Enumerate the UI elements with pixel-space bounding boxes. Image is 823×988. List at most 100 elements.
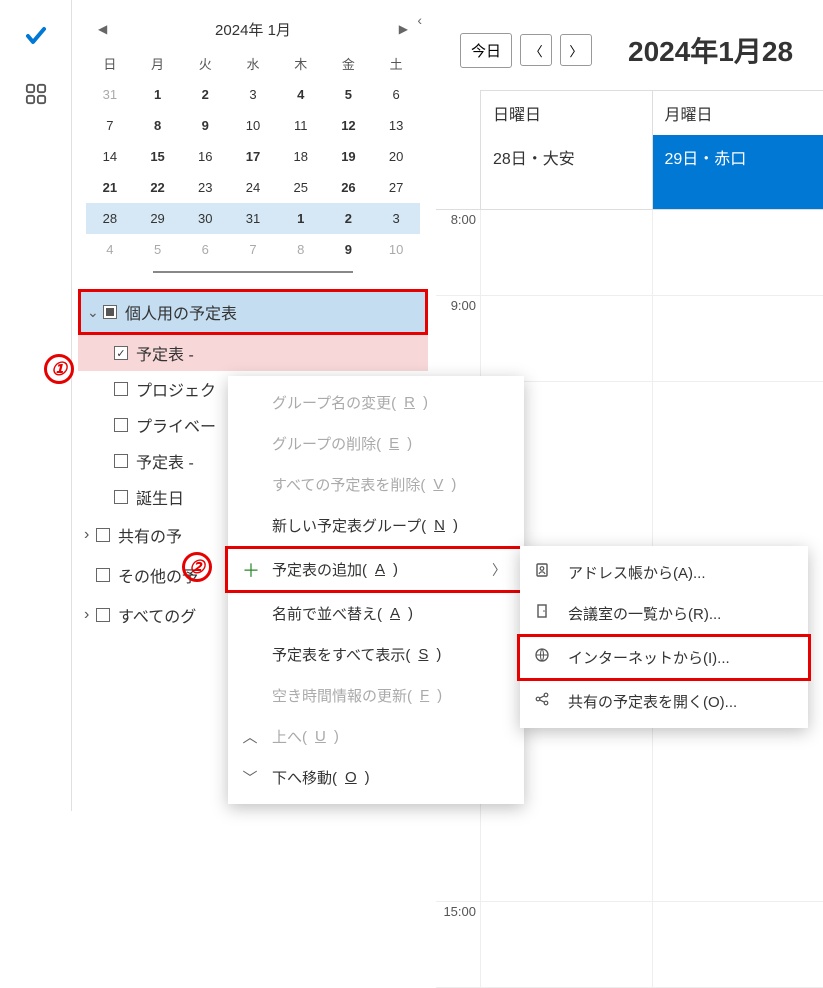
chevron-down-icon: ﹀ [242, 767, 258, 788]
cal-day[interactable]: 20 [372, 141, 420, 172]
cal-day[interactable]: 25 [277, 172, 325, 203]
checkbox[interactable] [114, 490, 128, 504]
calendar-separator [153, 271, 353, 273]
cal-day[interactable]: 4 [277, 79, 325, 110]
cal-day[interactable]: 9 [181, 110, 229, 141]
cal-day[interactable]: 18 [277, 141, 325, 172]
ctx-show-all-calendars[interactable]: 予定表をすべて表示(S) [228, 634, 524, 675]
calendar-item-label: プライベー [136, 413, 216, 437]
cal-day[interactable]: 15 [134, 141, 182, 172]
next-month-button[interactable]: ▶ [391, 18, 416, 40]
group-label: すべてのグ [118, 603, 196, 627]
ctx-sort-by-name[interactable]: 名前で並べ替え(A) [228, 593, 524, 634]
submenu-from-address-book[interactable]: アドレス帳から(A)... [520, 552, 808, 593]
chevron-down-icon: ⌄ [87, 304, 99, 321]
cal-day[interactable]: 6 [181, 234, 229, 265]
cal-day[interactable]: 29 [134, 203, 182, 234]
cal-day[interactable]: 31 [86, 79, 134, 110]
cal-day[interactable]: 7 [86, 110, 134, 141]
calendar-item[interactable]: 予定表 - [78, 335, 428, 371]
cal-day[interactable]: 19 [325, 141, 373, 172]
ctx-move-down[interactable]: ﹀下へ移動(O) [228, 757, 524, 798]
tree-root-personal[interactable]: ⌄ 個人用の予定表 [78, 289, 428, 335]
address-book-icon [534, 562, 550, 582]
cal-day[interactable]: 30 [181, 203, 229, 234]
calendar-item-label: 予定表 - [136, 449, 194, 473]
cal-day[interactable]: 14 [86, 141, 134, 172]
globe-icon [534, 647, 550, 667]
calendar-item-label: 予定表 - [136, 341, 194, 365]
time-slot[interactable] [480, 296, 652, 381]
today-button[interactable]: 今日 [460, 33, 512, 68]
cal-day[interactable]: 4 [86, 234, 134, 265]
checkbox-indeterminate[interactable] [103, 305, 117, 319]
time-slot[interactable] [652, 296, 823, 381]
cal-day[interactable]: 16 [181, 141, 229, 172]
cal-day[interactable]: 10 [372, 234, 420, 265]
checkbox[interactable] [114, 418, 128, 432]
cal-day[interactable]: 23 [181, 172, 229, 203]
share-icon [534, 691, 550, 711]
cal-day[interactable]: 2 [181, 79, 229, 110]
time-slot[interactable] [480, 902, 652, 987]
check-icon[interactable] [24, 24, 48, 51]
chevron-right-icon: 〉 [492, 560, 506, 580]
tree-root-label: 個人用の予定表 [125, 300, 237, 324]
cal-day[interactable]: 1 [277, 203, 325, 234]
prev-month-button[interactable]: ◀ [90, 18, 115, 40]
checkbox[interactable] [114, 382, 128, 396]
dow-label: 水 [229, 48, 277, 79]
day-label-29[interactable]: 29日・赤口 [652, 135, 823, 209]
cal-day[interactable]: 26 [325, 172, 373, 203]
calendar-item-label: 誕生日 [136, 485, 184, 509]
cal-day[interactable]: 22 [134, 172, 182, 203]
cal-day[interactable]: 5 [134, 234, 182, 265]
cal-day[interactable]: 11 [277, 110, 325, 141]
checkbox[interactable] [114, 346, 128, 360]
chevron-up-icon: ︿ [242, 726, 258, 747]
ctx-delete-all-calendars: すべての予定表を削除(V) [228, 464, 524, 505]
cal-day[interactable]: 3 [372, 203, 420, 234]
day-header-sun: 日曜日 [480, 91, 652, 135]
ctx-add-calendar[interactable]: ＋ 予定表の追加(A) 〉 [225, 546, 527, 593]
ctx-new-calendar-group[interactable]: 新しい予定表グループ(N) [228, 505, 524, 546]
annotation-2: ② [182, 552, 212, 582]
cal-day[interactable]: 10 [229, 110, 277, 141]
cal-day[interactable]: 9 [325, 234, 373, 265]
submenu-open-shared[interactable]: 共有の予定表を開く(O)... [520, 681, 808, 722]
next-period-button[interactable]: 〉 [560, 34, 592, 66]
collapse-icon[interactable]: ‹ [417, 12, 422, 28]
submenu-from-internet[interactable]: インターネットから(I)... [517, 634, 811, 681]
cal-day[interactable]: 2 [325, 203, 373, 234]
dow-label: 火 [181, 48, 229, 79]
cal-day[interactable]: 21 [86, 172, 134, 203]
checkbox[interactable] [114, 454, 128, 468]
cal-day[interactable]: 13 [372, 110, 420, 141]
cal-day[interactable]: 28 [86, 203, 134, 234]
cal-day[interactable]: 3 [229, 79, 277, 110]
cal-day[interactable]: 1 [134, 79, 182, 110]
checkbox[interactable] [96, 568, 110, 582]
checkbox[interactable] [96, 608, 110, 622]
cal-day[interactable]: 8 [277, 234, 325, 265]
cal-day[interactable]: 8 [134, 110, 182, 141]
submenu-from-room-list[interactable]: 会議室の一覧から(R)... [520, 593, 808, 634]
time-slot[interactable] [652, 902, 823, 987]
cal-day[interactable]: 6 [372, 79, 420, 110]
time-slot[interactable] [652, 210, 823, 295]
date-range-title: 2024年1月28 [628, 30, 793, 70]
time-slot[interactable] [480, 210, 652, 295]
prev-period-button[interactable]: 〈 [520, 34, 552, 66]
cal-day[interactable]: 24 [229, 172, 277, 203]
cal-day[interactable]: 12 [325, 110, 373, 141]
cal-day[interactable]: 17 [229, 141, 277, 172]
checkbox[interactable] [96, 528, 110, 542]
annotation-1: ① [44, 354, 74, 384]
chevron-right-icon: › [84, 526, 96, 544]
cal-day[interactable]: 27 [372, 172, 420, 203]
cal-day[interactable]: 5 [325, 79, 373, 110]
grid-icon[interactable] [25, 83, 47, 108]
day-label-28[interactable]: 28日・大安 [480, 135, 652, 209]
cal-day[interactable]: 31 [229, 203, 277, 234]
cal-day[interactable]: 7 [229, 234, 277, 265]
